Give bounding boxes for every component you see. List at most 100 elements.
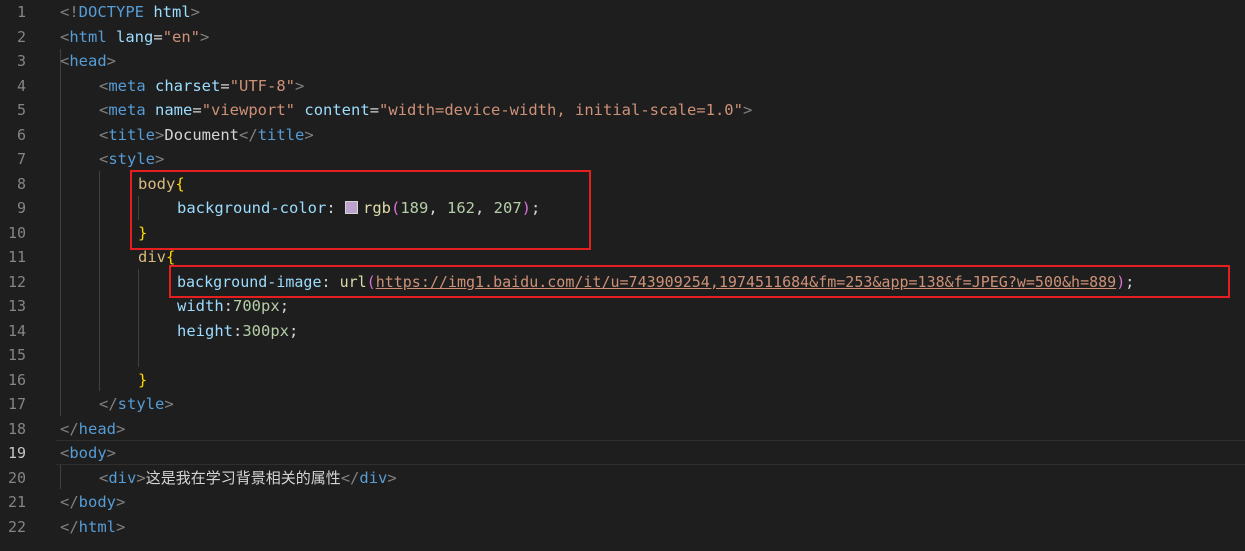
token: { (166, 248, 176, 266)
token: 这是我在学习背景相关的属性 (145, 468, 341, 487)
token: > (106, 444, 117, 462)
token: html (153, 3, 191, 21)
token: 700px (233, 297, 280, 315)
code-line-6[interactable]: <title>Document</title> (99, 123, 314, 148)
line-number: 15 (7, 346, 26, 364)
token: DOCTYPE (78, 3, 144, 21)
token: style (117, 395, 165, 413)
code-line-16[interactable]: } (138, 368, 147, 393)
line-number: 13 (7, 297, 26, 315)
token: body (78, 493, 116, 511)
token: title (257, 125, 305, 144)
token: < (99, 468, 109, 487)
code-line-4[interactable]: <meta charset="UTF-8"> (99, 74, 304, 99)
code-line-19[interactable]: <body> (60, 441, 116, 466)
line-number: 17 (7, 395, 26, 413)
line-number: 14 (7, 321, 26, 340)
token: "en" (162, 27, 201, 46)
code-line-22[interactable]: </html> (60, 515, 125, 540)
annotation-box-background-image (169, 265, 1230, 298)
line-number: 20 (7, 468, 26, 487)
line-number: 12 (7, 272, 26, 291)
code-editor[interactable]: 1 2 3 4 5 6 7 8 9 10 11 12 13 14 15 16 1… (0, 0, 1245, 551)
code-line-18[interactable]: </head> (60, 417, 125, 442)
token: ; (289, 321, 299, 340)
code-line-1[interactable]: <!DOCTYPE html> (60, 0, 200, 25)
annotation-box-body-rule (130, 170, 591, 250)
line-number: 21 (7, 493, 26, 511)
line-number: 18 (7, 419, 26, 438)
line-number: 1 (16, 3, 26, 21)
token: > (116, 493, 126, 511)
token: < (99, 76, 109, 95)
line-number: 16 (7, 370, 26, 389)
token: > (116, 419, 126, 438)
line-number: 8 (16, 174, 26, 193)
token: div (138, 248, 166, 266)
token: = (369, 101, 380, 119)
code-line-20[interactable]: <div>这是我在学习背景相关的属性</div> (99, 466, 397, 491)
token: = (153, 27, 163, 46)
code-line-14[interactable]: height:300px; (177, 319, 298, 344)
token: ; (279, 297, 290, 315)
token: div (359, 468, 388, 487)
token: "width=device-width, initial-scale=1.0" (379, 101, 743, 119)
token: meta (108, 101, 146, 119)
token: width (177, 297, 224, 315)
line-number: 22 (7, 517, 26, 536)
line-number: 2 (16, 27, 26, 46)
line-number: 3 (16, 52, 26, 70)
code-line-7[interactable]: <style> (99, 147, 164, 172)
code-line-21[interactable]: </body> (60, 490, 125, 515)
token: <! (60, 3, 79, 21)
token: head (78, 419, 116, 438)
token: "UTF-8" (229, 76, 296, 95)
token: 300px (242, 321, 290, 340)
token: </ (60, 419, 79, 438)
token: > (304, 125, 314, 144)
token: html (78, 517, 116, 536)
token: title (108, 125, 156, 144)
code-line-5[interactable]: <meta name="viewport" content="width=dev… (99, 98, 752, 123)
token: head (69, 52, 107, 70)
token: charset (155, 76, 221, 95)
token: > (742, 101, 753, 119)
token: < (60, 52, 70, 70)
token: } (138, 370, 148, 389)
line-number: 5 (16, 101, 26, 119)
token: html (69, 27, 107, 46)
token: </ (99, 395, 118, 413)
token: > (155, 150, 165, 168)
token: body (69, 444, 107, 462)
token: content (304, 101, 370, 119)
token: > (136, 468, 146, 487)
token: = (220, 76, 230, 95)
token: < (60, 27, 70, 46)
line-number: 10 (7, 223, 26, 242)
token: : (223, 297, 234, 315)
code-line-17[interactable]: </style> (99, 392, 174, 417)
token: < (60, 444, 70, 462)
token: name (155, 101, 193, 119)
line-number: 4 (16, 76, 26, 95)
line-number: 11 (7, 248, 26, 266)
token: </ (340, 468, 360, 487)
token: > (190, 3, 201, 21)
token: > (295, 76, 305, 95)
token: "viewport" (201, 101, 296, 119)
token: height (177, 321, 233, 340)
token: lang (116, 27, 154, 46)
line-number: 9 (16, 199, 26, 217)
code-line-2[interactable]: <html lang="en"> (60, 25, 209, 50)
token: > (164, 395, 174, 413)
code-line-3[interactable]: <head> (60, 49, 116, 74)
token: > (106, 52, 117, 70)
line-number-active: 19 (7, 444, 26, 462)
token: style (108, 150, 156, 168)
line-number: 7 (16, 150, 26, 168)
token: Document (164, 125, 240, 144)
